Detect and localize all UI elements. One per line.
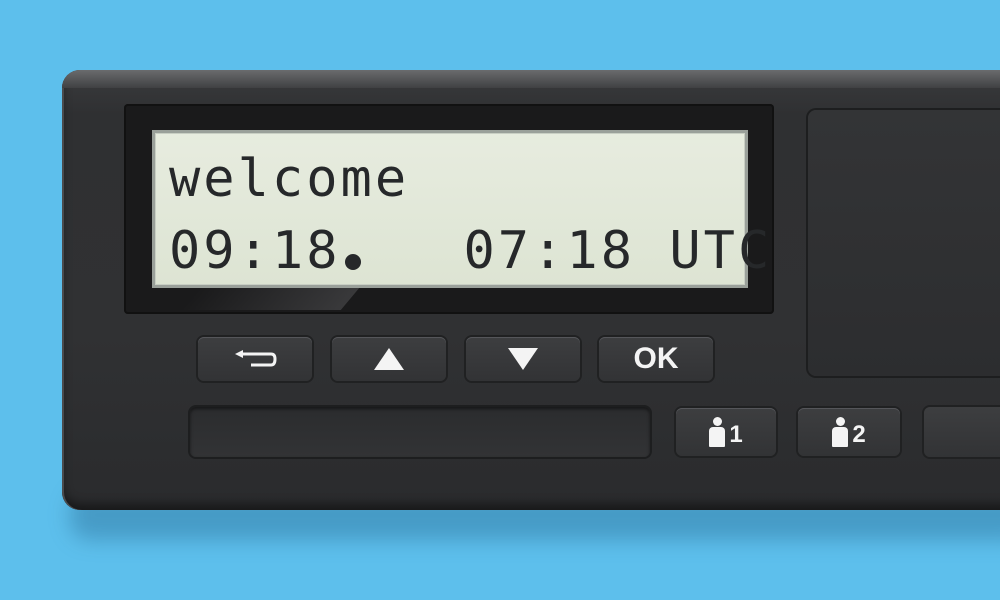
- down-button[interactable]: [466, 337, 580, 381]
- card-slot[interactable]: [190, 407, 650, 457]
- driver-2-label: 2: [852, 421, 866, 448]
- driver-2-button[interactable]: 2: [798, 408, 900, 456]
- printer-drawer[interactable]: [808, 110, 1000, 376]
- driver-icon: [832, 417, 849, 447]
- driver-1-button[interactable]: 1: [676, 408, 776, 456]
- local-time: 09:18: [169, 221, 341, 281]
- bezel-reflection: [180, 288, 360, 310]
- ok-label: OK: [633, 342, 679, 375]
- welcome-text: welcome: [169, 149, 410, 209]
- extra-button[interactable]: [924, 407, 1000, 457]
- ok-button[interactable]: OK: [599, 337, 713, 381]
- arrow-up-icon: [374, 348, 404, 370]
- scene: welcome 09:18 07:18 UTC OK 1 2: [0, 0, 1000, 600]
- driver-icon: [709, 417, 726, 447]
- driver-1-label: 1: [729, 421, 743, 448]
- device-top-rim: [62, 70, 1000, 88]
- local-clock-icon: [344, 254, 361, 270]
- back-button[interactable]: [198, 337, 312, 381]
- lcd-display: welcome 09:18 07:18 UTC: [152, 130, 769, 288]
- return-arrow-icon: [235, 350, 277, 367]
- time-line: 09:18 07:18 UTC: [169, 225, 772, 277]
- utc-label: UTC: [669, 221, 773, 281]
- arrow-down-icon: [508, 348, 538, 370]
- utc-time: 07:18: [463, 221, 636, 281]
- up-button[interactable]: [332, 337, 446, 381]
